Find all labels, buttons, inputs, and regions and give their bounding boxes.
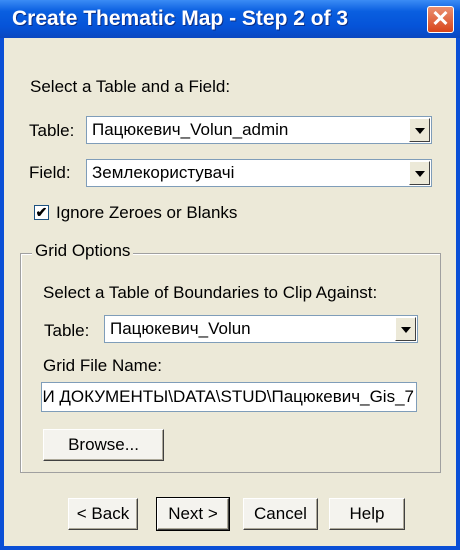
help-button[interactable]: Help [329, 498, 405, 530]
field-select[interactable]: Землекористувачі [86, 159, 432, 187]
chevron-down-icon[interactable] [395, 317, 416, 341]
close-icon[interactable]: ✕ [427, 6, 454, 33]
grid-table-label: Table: [44, 321, 90, 340]
cancel-button[interactable]: Cancel [243, 498, 318, 530]
title-bar: Create Thematic Map - Step 2 of 3 ✕ [0, 0, 460, 38]
field-select-value: Землекористувачі [92, 163, 235, 182]
browse-button[interactable]: Browse... [43, 429, 164, 461]
back-button[interactable]: < Back [68, 498, 138, 530]
grid-file-input[interactable]: C:\МОИ ДОКУМЕНТЫ\DATA\STUD\Пацюкевич_Gis… [41, 382, 417, 412]
grid-options-title: Grid Options [32, 241, 134, 261]
table-select[interactable]: Пацюкевич_Volun_admin [86, 116, 432, 144]
table-label: Table: [29, 121, 75, 140]
ignore-zeroes-label[interactable]: Ignore Zeroes or Blanks [56, 203, 237, 223]
select-table-field-heading: Select a Table and a Field: [30, 77, 231, 96]
chevron-down-icon[interactable] [409, 118, 430, 142]
next-button[interactable]: Next > [156, 497, 230, 531]
ignore-zeroes-checkbox[interactable]: ✔ [34, 205, 49, 220]
grid-file-value: C:\МОИ ДОКУМЕНТЫ\DATA\STUD\Пацюкевич_Gis… [42, 387, 414, 406]
dialog-title: Create Thematic Map - Step 2 of 3 [12, 7, 349, 30]
clip-boundaries-heading: Select a Table of Boundaries to Clip Aga… [43, 283, 378, 302]
grid-file-label: Grid File Name: [43, 356, 163, 375]
boundary-table-select[interactable]: Пацюкевич_Volun [104, 315, 418, 343]
chevron-down-icon[interactable] [409, 161, 430, 185]
table-select-value: Пацюкевич_Volun_admin [92, 120, 289, 139]
field-label: Field: [29, 163, 71, 182]
boundary-table-value: Пацюкевич_Volun [110, 319, 251, 338]
